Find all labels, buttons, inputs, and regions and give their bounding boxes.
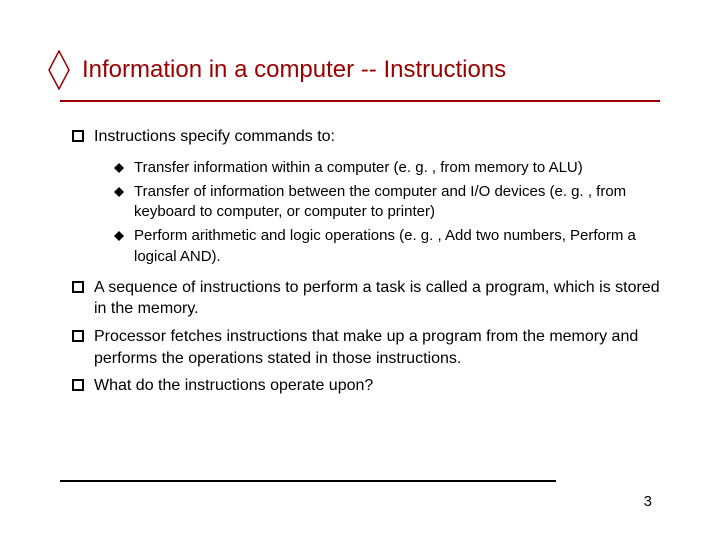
square-bullet-icon	[72, 130, 84, 142]
diamond-bullet-icon	[114, 231, 124, 241]
diamond-icon	[48, 50, 70, 90]
bullet-item: Instructions specify commands to:	[72, 126, 660, 148]
footer-divider	[60, 480, 556, 482]
sub-bullet-list: Transfer information within a computer (…	[72, 154, 660, 277]
body: Instructions specify commands to: Transf…	[0, 102, 720, 397]
sub-bullet-item: Perform arithmetic and logic operations …	[114, 226, 660, 267]
bullet-text: What do the instructions operate upon?	[94, 375, 660, 397]
slide: Information in a computer -- Instruction…	[0, 0, 720, 540]
sub-bullet-text: Perform arithmetic and logic operations …	[134, 226, 660, 267]
page-number: 3	[644, 493, 652, 510]
sub-bullet-item: Transfer information within a computer (…	[114, 158, 660, 178]
square-bullet-icon	[72, 379, 84, 391]
diamond-bullet-icon	[114, 163, 124, 173]
bullet-text: A sequence of instructions to perform a …	[94, 277, 660, 320]
title-row: Information in a computer -- Instruction…	[0, 0, 720, 96]
bullet-item: What do the instructions operate upon?	[72, 375, 660, 397]
bullet-item: A sequence of instructions to perform a …	[72, 277, 660, 320]
square-bullet-icon	[72, 330, 84, 342]
slide-title: Information in a computer -- Instruction…	[82, 57, 506, 83]
bullet-text: Instructions specify commands to:	[94, 126, 660, 148]
sub-bullet-text: Transfer of information between the comp…	[134, 182, 660, 223]
square-bullet-icon	[72, 281, 84, 293]
sub-bullet-text: Transfer information within a computer (…	[134, 158, 660, 178]
bullet-text: Processor fetches instructions that make…	[94, 326, 660, 369]
diamond-bullet-icon	[114, 187, 124, 197]
sub-bullet-item: Transfer of information between the comp…	[114, 182, 660, 223]
bullet-item: Processor fetches instructions that make…	[72, 326, 660, 369]
